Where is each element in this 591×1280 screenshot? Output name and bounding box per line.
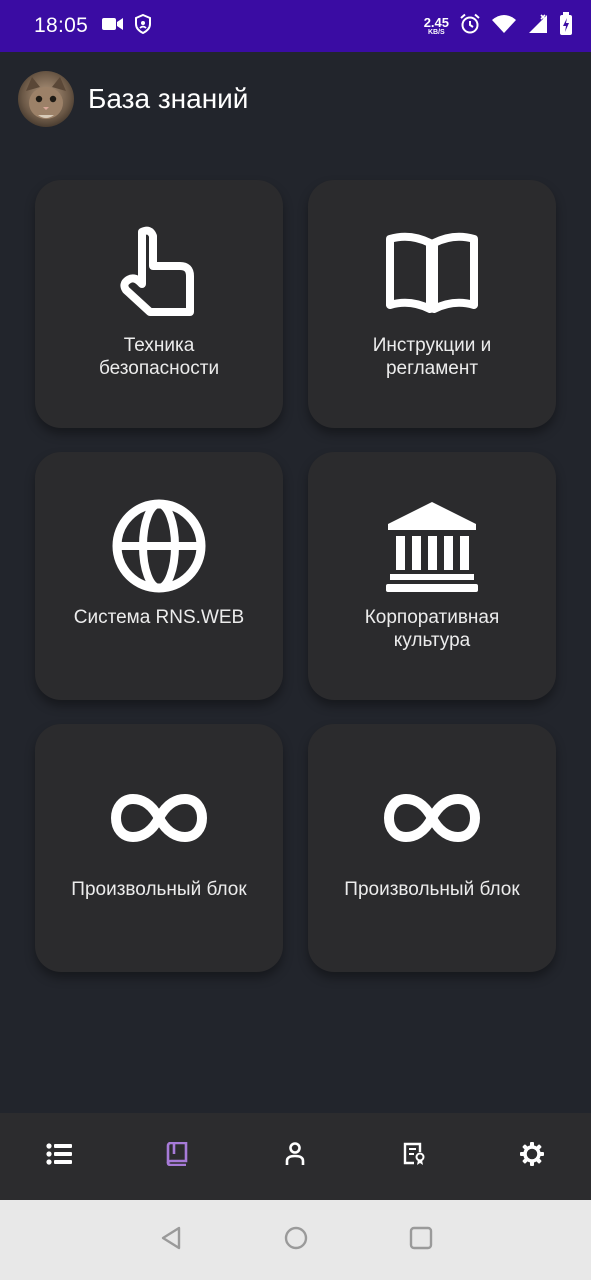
bottom-nav <box>0 1113 591 1200</box>
tile-corporate-culture[interactable]: Корпоративная культура <box>308 452 556 700</box>
tile-custom-block-1[interactable]: Произвольный блок <box>35 724 283 972</box>
recents-button[interactable] <box>406 1225 436 1255</box>
tile-label: Произвольный блок <box>71 879 247 900</box>
status-right-icons: 2.45 KB/S <box>424 11 573 41</box>
nav-item-certificates[interactable] <box>384 1127 444 1187</box>
tile-label: Произвольный блок <box>344 879 520 900</box>
status-bar: 18:05 2.45 KB/S <box>0 0 591 52</box>
tile-label: Система RNS.WEB <box>73 607 245 628</box>
gear-icon <box>519 1142 544 1171</box>
network-speed-value: 2.45 <box>423 15 449 30</box>
status-time: 18:05 <box>34 14 89 37</box>
tile-label: Инструкции и регламент <box>372 335 492 379</box>
user-icon <box>285 1142 305 1171</box>
list-icon <box>46 1143 73 1170</box>
video-camera-icon <box>102 17 124 36</box>
shield-icon <box>134 13 152 39</box>
system-nav-bar <box>0 1200 591 1280</box>
globe-icon <box>99 498 219 594</box>
home-circle-icon <box>284 1226 308 1255</box>
bank-building-icon <box>372 498 492 594</box>
tile-label: Корпоративная культура <box>364 607 500 651</box>
back-triangle-icon <box>160 1226 182 1255</box>
tile-safety[interactable]: Техника безопасности <box>35 180 283 428</box>
signal-icon <box>527 13 549 40</box>
tiles-grid: Техника безопасности Инструкции и реглам… <box>35 180 556 972</box>
avatar[interactable] <box>18 71 74 127</box>
status-left-icons <box>102 13 152 39</box>
wifi-icon <box>491 14 517 39</box>
recents-square-icon <box>409 1226 433 1255</box>
nav-item-settings[interactable] <box>502 1127 562 1187</box>
network-speed: 2.45 KB/S <box>424 16 449 36</box>
battery-icon <box>559 11 573 41</box>
tile-instructions[interactable]: Инструкции и регламент <box>308 180 556 428</box>
home-button[interactable] <box>281 1225 311 1255</box>
pointing-hand-icon <box>99 226 219 322</box>
app-header: База знаний <box>0 52 591 146</box>
nav-item-knowledge-base[interactable] <box>147 1127 207 1187</box>
tile-label: Техника безопасности <box>98 335 220 379</box>
infinity-icon <box>99 770 219 866</box>
tile-rns-web[interactable]: Система RNS.WEB <box>35 452 283 700</box>
infinity-icon <box>372 770 492 866</box>
page-title: База знаний <box>88 83 249 114</box>
back-button[interactable] <box>156 1225 186 1255</box>
alarm-icon <box>459 13 481 40</box>
open-book-icon <box>372 226 492 322</box>
nav-item-profile[interactable] <box>265 1127 325 1187</box>
nav-item-list[interactable] <box>29 1127 89 1187</box>
certificate-icon <box>402 1142 426 1171</box>
network-speed-unit: KB/S <box>427 29 445 36</box>
tile-custom-block-2[interactable]: Произвольный блок <box>308 724 556 972</box>
book-icon <box>166 1141 188 1171</box>
